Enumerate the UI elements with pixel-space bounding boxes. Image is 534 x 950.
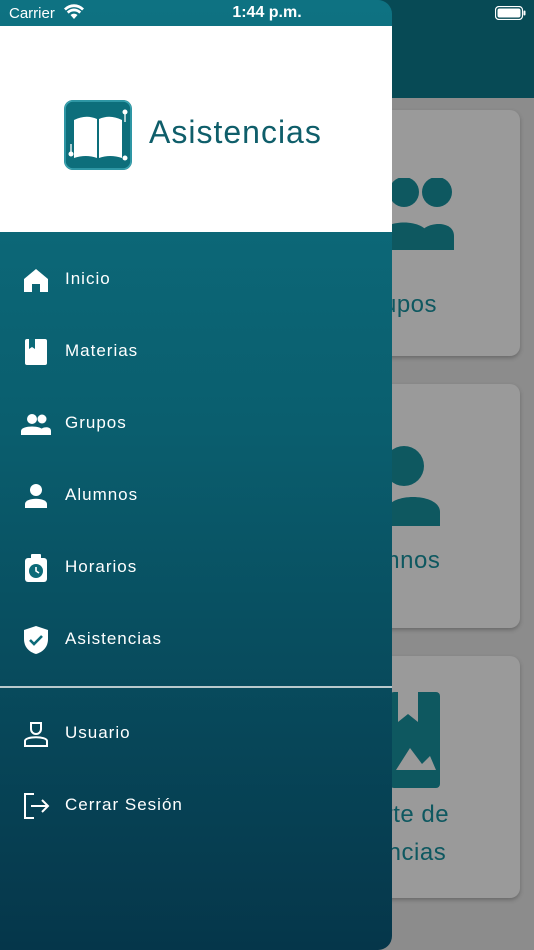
status-bar: Carrier 1:44 p.m. [0, 0, 534, 26]
app-logo-icon [64, 100, 132, 170]
person-icon [386, 446, 440, 526]
logout-icon [24, 793, 50, 819]
menu-item-materias[interactable]: Materias [0, 324, 392, 380]
menu-item-label: Cerrar Sesión [65, 795, 183, 814]
drawer-header: Asistencias [0, 26, 392, 232]
user-badge-icon [24, 722, 48, 747]
menu-item-asistencias[interactable]: Asistencias [0, 612, 392, 668]
navigation-drawer: Asistencias Inicio Materias Grupos Alumn… [0, 0, 392, 950]
menu-item-grupos[interactable]: Grupos [0, 396, 392, 452]
drawer-divider [0, 686, 392, 688]
book-icon [25, 339, 47, 365]
menu-item-usuario[interactable]: Usuario [0, 706, 392, 762]
menu-item-label: Usuario [65, 723, 131, 742]
status-time: 1:44 p.m. [232, 4, 302, 21]
menu-item-label: Materias [65, 341, 139, 360]
report-icon [390, 692, 440, 788]
menu-item-inicio[interactable]: Inicio [0, 252, 392, 308]
menu-item-horarios[interactable]: Horarios [0, 540, 392, 596]
menu-item-label: Asistencias [65, 629, 162, 648]
menu-item-label: Alumnos [65, 485, 139, 504]
menu-item-label: Grupos [65, 413, 127, 432]
group-icon [21, 414, 51, 435]
app-title: Asistencias [149, 114, 322, 150]
group-icon [380, 178, 454, 250]
schedule-icon [25, 554, 47, 582]
battery-icon [495, 6, 526, 20]
menu-item-cerrar-sesion[interactable]: Cerrar Sesión [0, 778, 392, 834]
home-icon [24, 269, 48, 292]
menu-item-label: Horarios [65, 557, 138, 576]
person-icon [25, 484, 47, 508]
menu-item-alumnos[interactable]: Alumnos [0, 468, 392, 524]
menu-item-label: Inicio [65, 269, 111, 288]
verified-shield-icon [24, 626, 48, 654]
